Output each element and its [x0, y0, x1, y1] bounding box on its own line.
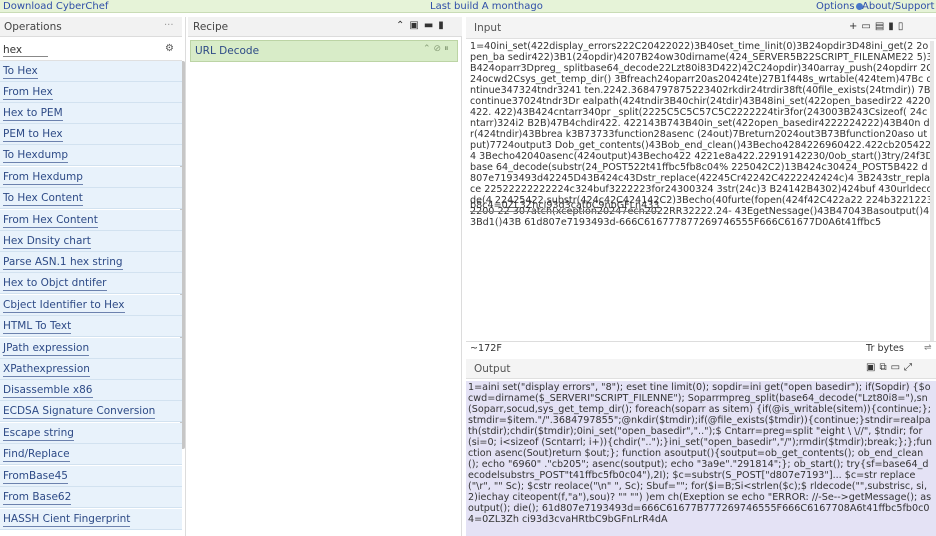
gear-icon[interactable]: ⚙ — [165, 43, 174, 54]
operation-label: HASSH Cient Fingerprint — [3, 513, 131, 527]
maximize-icon[interactable]: ⤢ — [904, 362, 916, 373]
operation-label: From Hex — [3, 86, 53, 100]
copy-icon[interactable]: ⧉ — [879, 362, 890, 373]
operation-item[interactable]: ECDSA Signature Conversion — [0, 401, 182, 422]
operation-item[interactable]: HTML To Text — [0, 316, 182, 337]
recipe-header: Recipe ⌃▣▬▮ — [188, 17, 462, 37]
trash-icon[interactable]: ▮ — [888, 21, 898, 32]
folder-icon[interactable]: ▬ — [424, 20, 438, 31]
output-header: Output ▣⧉▭⤢ — [466, 359, 936, 379]
disable-icon[interactable]: ⊘ — [434, 44, 445, 54]
trash-icon[interactable]: ▮ — [438, 20, 449, 31]
input-status-bar: ~172F Tr bytes ⇌ — [466, 341, 936, 355]
operation-item[interactable]: From Hex — [0, 82, 182, 103]
replace-input-icon[interactable]: ▭ — [891, 362, 904, 373]
download-link[interactable]: Download CyberChef — [3, 0, 108, 13]
about-link[interactable]: About/Support — [862, 0, 934, 13]
about-label: About/Support — [862, 1, 935, 12]
operation-item[interactable]: PEM to Hex — [0, 124, 182, 145]
operation-label: From Base62 — [3, 491, 72, 505]
input-header: Input +▭▤▮▯ — [466, 17, 936, 39]
operation-label: Parse ASN.1 hex string — [3, 256, 123, 270]
recipe-step-label: URL Decode — [195, 45, 260, 57]
options-label: Options — [816, 1, 855, 12]
operation-item[interactable]: Cbject Identifier to Hex — [0, 295, 182, 316]
operation-label: From Hex Content — [3, 214, 98, 228]
operation-item[interactable]: Hex to Objct dntifer — [0, 273, 182, 294]
operation-label: To Hex — [3, 65, 38, 79]
input-tail-text: b8c4=0ZL3Zhci93d3catbC9nbGFLn433 — [470, 200, 660, 212]
pause-icon[interactable]: ⏸ — [444, 44, 452, 54]
input-scrollbar[interactable] — [930, 41, 934, 341]
operation-label: Find/Replace — [3, 448, 70, 462]
operation-item[interactable]: To Hexdump — [0, 145, 182, 166]
operation-label: Hex Dnsity chart — [3, 235, 91, 249]
chevron-up-icon[interactable]: ⌃ — [423, 44, 434, 54]
recipe-step-url-decode[interactable]: URL Decode ⌃⊘⏸ — [190, 40, 458, 62]
operations-search[interactable]: hex ⚙ — [0, 39, 182, 61]
layout-icon[interactable]: ▯ — [898, 21, 908, 32]
operation-item[interactable]: Disassemble x86 — [0, 380, 182, 401]
output-title: Output — [474, 363, 511, 375]
input-toolbar: +▭▤▮▯ — [849, 21, 907, 32]
file-icon[interactable]: ▤ — [875, 21, 888, 32]
operations-panel: Operations ··· hex ⚙ To Hex From Hex Hex… — [0, 17, 186, 536]
operations-header: Operations ··· — [0, 17, 182, 37]
input-title: Input — [474, 22, 502, 34]
input-type[interactable]: Tr bytes — [866, 343, 904, 354]
operation-item[interactable]: JPath expression — [0, 338, 182, 359]
last-build-link[interactable]: Last build A monthago — [430, 0, 543, 13]
operation-label: FromBase45 — [3, 470, 68, 484]
operation-label: Disassemble x86 — [3, 384, 93, 398]
input-panel: Input +▭▤▮▯ 1=40ini_set(422display_error… — [466, 17, 936, 357]
operations-title: Operations — [4, 21, 62, 33]
operation-item[interactable]: XPathexpression — [0, 359, 182, 380]
operation-item[interactable]: To Hex Content — [0, 188, 182, 209]
options-link[interactable]: Options — [816, 0, 863, 13]
output-panel: Output ▣⧉▭⤢ 1=aini set("display errors",… — [466, 359, 936, 536]
operation-item[interactable]: From Hexdump — [0, 167, 182, 188]
operation-label: To Hex Content — [3, 192, 83, 206]
operation-label: Escape string — [3, 427, 74, 441]
output-toolbar: ▣⧉▭⤢ — [866, 362, 916, 373]
operation-label: JPath expression — [3, 342, 90, 356]
operation-label: Hex to PEM — [3, 107, 63, 121]
operation-item[interactable]: Parse ASN.1 hex string — [0, 252, 182, 273]
operation-item[interactable]: From Base62 — [0, 487, 182, 508]
output-textarea[interactable]: 1=aini set("display errors", "8"); eset … — [468, 382, 933, 525]
operation-item[interactable]: Escape string — [0, 423, 182, 444]
operation-label: To Hexdump — [3, 149, 68, 163]
operation-item[interactable]: Hex to PEM — [0, 103, 182, 124]
operation-label: Hex to Objct dntifer — [3, 277, 107, 291]
save-icon[interactable]: ▣ — [866, 362, 879, 373]
operation-label: Cbject Identifier to Hex — [3, 299, 125, 313]
folder-icon[interactable]: ▭ — [861, 21, 874, 32]
recipe-title: Recipe — [193, 21, 229, 33]
ellipsis-icon[interactable]: ··· — [164, 20, 174, 31]
chevron-up-icon[interactable]: ⌃ — [396, 20, 409, 31]
search-input[interactable]: hex — [3, 44, 49, 57]
top-bar: Download CyberChef Last build A monthago… — [0, 0, 936, 13]
operation-label: ECDSA Signature Conversion — [3, 405, 156, 419]
plus-icon[interactable]: + — [849, 21, 861, 32]
operation-label: XPathexpression — [3, 363, 90, 377]
operation-item[interactable]: FromBase45 — [0, 466, 182, 487]
operation-item[interactable]: To Hex — [0, 61, 182, 82]
arrows-icon[interactable]: ⇌ — [924, 343, 932, 353]
input-length: ~172F — [470, 343, 502, 354]
operation-label: HTML To Text — [3, 320, 72, 334]
operation-label: From Hexdump — [3, 171, 83, 185]
recipe-step-controls: ⌃⊘⏸ — [423, 44, 452, 54]
operation-item[interactable]: From Hex Content — [0, 210, 182, 231]
operation-item[interactable]: Find/Replace — [0, 444, 182, 465]
operation-label: PEM to Hex — [3, 128, 63, 142]
recipe-toolbar: ⌃▣▬▮ — [396, 20, 449, 31]
input-textarea-tail: b8c4=0ZL3Zhci93d3catbC9nbGFLn433 — [470, 200, 933, 212]
save-icon[interactable]: ▣ — [409, 20, 423, 31]
operation-item[interactable]: Hex Dnsity chart — [0, 231, 182, 252]
recipe-panel: Recipe ⌃▣▬▮ URL Decode ⌃⊘⏸ — [188, 17, 462, 536]
operation-item[interactable]: HASSH Cient Fingerprint — [0, 509, 182, 530]
